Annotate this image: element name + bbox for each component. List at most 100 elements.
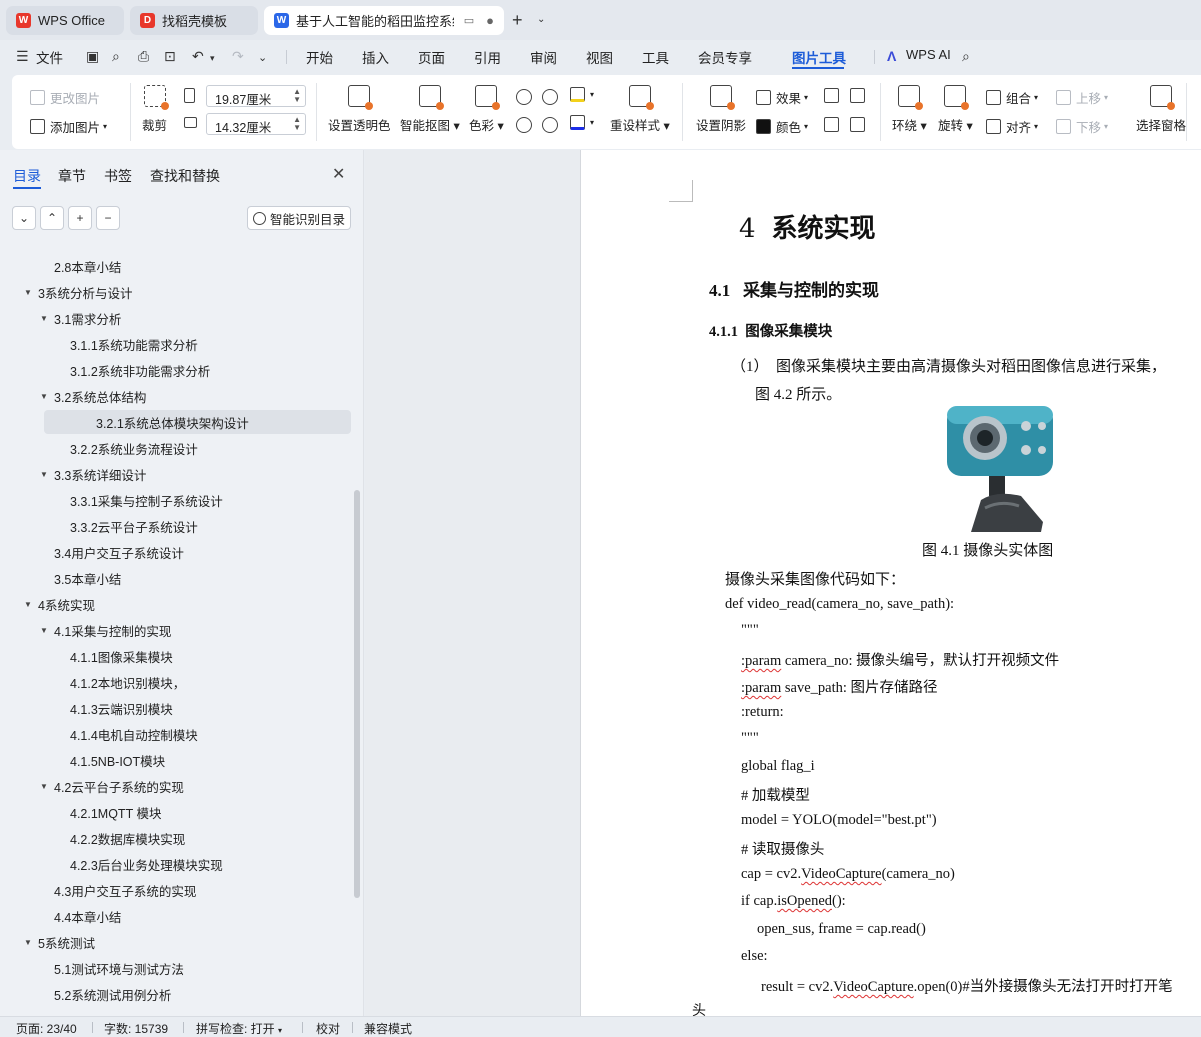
color-button[interactable]: 色彩 ▾: [469, 85, 504, 134]
code-line[interactable]: global flag_i: [741, 758, 815, 775]
code-line[interactable]: open_sus, frame = cap.read(): [757, 921, 926, 938]
brightness-increase-icon[interactable]: [516, 89, 532, 105]
reset-style-button[interactable]: 重设样式 ▾: [610, 85, 670, 134]
highlight-color-button[interactable]: ▾: [570, 87, 594, 102]
code-line[interactable]: :return:: [741, 704, 784, 721]
toc-item[interactable]: 4.2.3后台业务处理模块实现: [0, 852, 350, 876]
code-line[interactable]: # 读取摄像头: [741, 838, 824, 859]
nav-tab-toc[interactable]: 目录: [13, 166, 41, 186]
shadow-right-icon[interactable]: [850, 117, 870, 132]
toc-item[interactable]: 4.1.3云端识别模块: [0, 696, 350, 720]
toc-item[interactable]: 4.2.1MQTT 模块: [0, 800, 350, 824]
toc-item[interactable]: ▼ 4.1采集与控制的实现: [0, 618, 350, 642]
subsection-heading[interactable]: 4.1.1 图像采集模块: [709, 320, 832, 341]
collapse-all-button[interactable]: ⌃: [40, 206, 64, 230]
menu-wps-ai[interactable]: WPS AI: [906, 47, 951, 62]
print-preview-icon[interactable]: ⊡: [164, 48, 176, 65]
menu-insert[interactable]: 插入: [362, 47, 389, 67]
spell-check-status[interactable]: 拼写检查: 打开 ▾: [196, 1020, 282, 1037]
quick-access-more-icon[interactable]: ⌄: [258, 51, 267, 64]
code-intro[interactable]: 摄像头采集图像代码如下：: [725, 568, 905, 589]
proofread-status[interactable]: 校对: [316, 1020, 340, 1037]
collapse-triangle-icon[interactable]: ▼: [40, 470, 48, 479]
code-line[interactable]: if cap.isOpened():: [741, 893, 846, 910]
demote-heading-button[interactable]: −: [96, 206, 120, 230]
export-icon[interactable]: ⌕: [112, 48, 120, 65]
code-line[interactable]: result = cv2.VideoCapture.open(0)#当外接摄像头…: [761, 975, 1173, 996]
unsaved-dot-icon[interactable]: ●: [486, 13, 494, 28]
expand-all-button[interactable]: ⌄: [12, 206, 36, 230]
group-button[interactable]: 组合 ▾: [986, 88, 1038, 107]
menu-reference[interactable]: 引用: [474, 47, 501, 67]
toc-item[interactable]: 2.8本章小结: [0, 254, 350, 278]
move-up-button[interactable]: 上移 ▾: [1056, 88, 1108, 107]
spin-arrows-icon[interactable]: ▲ ▼: [293, 88, 301, 104]
collapse-triangle-icon[interactable]: ▼: [40, 392, 48, 401]
new-tab-plus-icon[interactable]: +: [512, 10, 523, 31]
contrast-decrease-icon[interactable]: [542, 117, 558, 133]
paragraph-line[interactable]: 图 4.2 所示。: [755, 383, 841, 404]
document-page[interactable]: 4 系统实现 4.1 采集与控制的实现 4.1.1 图像采集模块 （1） 图像采集…: [580, 150, 1201, 1016]
toc-item[interactable]: 3.5本章小结: [0, 566, 350, 590]
code-line[interactable]: cap = cv2.VideoCapture(camera_no): [741, 866, 955, 883]
nav-tab-find-replace[interactable]: 查找和替换: [150, 166, 220, 186]
shadow-down-icon[interactable]: [850, 88, 870, 103]
move-down-button[interactable]: 下移 ▾: [1056, 117, 1108, 136]
code-line[interactable]: :param camera_no: 摄像头编号，默认打开视频文件: [741, 649, 1059, 670]
monitor-icon[interactable]: ▭: [464, 14, 474, 27]
tab-document[interactable]: W 基于人工智能的稻田监控系统 ▭ ●: [264, 6, 504, 35]
menu-review[interactable]: 审阅: [530, 47, 557, 67]
menu-picture-tools[interactable]: 图片工具: [792, 47, 846, 67]
collapse-triangle-icon[interactable]: ▼: [24, 288, 32, 297]
word-count-status[interactable]: 字数: 15739: [104, 1020, 168, 1037]
toc-item[interactable]: 4.1.4电机自动控制模块: [0, 722, 350, 746]
hamburger-menu-icon[interactable]: ☰: [16, 48, 29, 65]
save-icon[interactable]: ▣: [86, 48, 99, 65]
menu-tools[interactable]: 工具: [642, 47, 669, 67]
smart-toc-button[interactable]: 智能识别目录: [247, 206, 351, 230]
code-line[interactable]: :param save_path: 图片存储路径: [741, 676, 938, 697]
effects-button[interactable]: 效果 ▾: [756, 88, 808, 107]
selection-pane-button[interactable]: 选择窗格: [1136, 85, 1186, 134]
nav-tab-bookmarks[interactable]: 书签: [104, 166, 132, 186]
code-line[interactable]: """: [741, 730, 759, 747]
collapse-triangle-icon[interactable]: ▼: [40, 782, 48, 791]
shadow-left-icon[interactable]: [824, 117, 844, 132]
spin-arrows-icon[interactable]: ▲ ▼: [293, 116, 301, 132]
toc-item[interactable]: 5.2系统测试用例分析: [0, 982, 350, 1006]
camera-image[interactable]: [941, 404, 1061, 532]
toc-item[interactable]: ▼ 4.2云平台子系统的实现: [0, 774, 350, 798]
toc-item[interactable]: 4.3用户交互子系统的实现: [0, 878, 350, 902]
close-icon[interactable]: ✕: [332, 164, 345, 184]
section-heading[interactable]: 4.1 采集与控制的实现: [709, 276, 879, 301]
contrast-increase-icon[interactable]: [542, 89, 558, 105]
toc-item[interactable]: 3.2.2系统业务流程设计: [0, 436, 350, 460]
set-transparent-button[interactable]: 设置透明色: [328, 85, 391, 134]
collapse-triangle-icon[interactable]: ▼: [24, 600, 32, 609]
search-icon[interactable]: ⌕: [962, 48, 970, 65]
toc-item[interactable]: 3.3.1采集与控制子系统设计: [0, 488, 350, 512]
collapse-triangle-icon[interactable]: ▼: [24, 938, 32, 947]
code-line[interactable]: # 加载模型: [741, 784, 810, 805]
toc-item[interactable]: 5.1测试环境与测试方法: [0, 956, 350, 980]
toc-item[interactable]: 4.1.2本地识别模块，: [0, 670, 350, 694]
redo-icon[interactable]: ↷: [232, 48, 244, 65]
toc-item[interactable]: 4.2.2数据库模块实现: [0, 826, 350, 850]
toc-item[interactable]: 4.4本章小结: [0, 904, 350, 928]
nav-scrollbar[interactable]: [354, 490, 360, 898]
code-line[interactable]: """: [741, 622, 759, 639]
page-count-status[interactable]: 页面: 23/40: [16, 1020, 77, 1037]
tab-docer-template[interactable]: D 找稻壳模板: [130, 6, 258, 35]
toc-item[interactable]: 3.3.2云平台子系统设计: [0, 514, 350, 538]
compat-mode-status[interactable]: 兼容模式: [364, 1020, 412, 1037]
collapse-triangle-icon[interactable]: ▼: [40, 314, 48, 323]
toc-item[interactable]: 3.4用户交互子系统设计: [0, 540, 350, 564]
code-line[interactable]: def video_read(camera_no, save_path):: [725, 596, 954, 613]
image-height-input[interactable]: 14.32厘米 ▲ ▼: [206, 113, 306, 135]
menu-member[interactable]: 会员专享: [698, 47, 752, 67]
rotate-button[interactable]: 旋转 ▾: [938, 85, 973, 134]
print-icon[interactable]: ⎙: [138, 48, 149, 65]
align-button[interactable]: 对齐 ▾: [986, 117, 1038, 136]
undo-icon[interactable]: ↶: [192, 48, 204, 65]
figure-caption[interactable]: 图 4.1 摄像头实体图: [922, 539, 1053, 560]
